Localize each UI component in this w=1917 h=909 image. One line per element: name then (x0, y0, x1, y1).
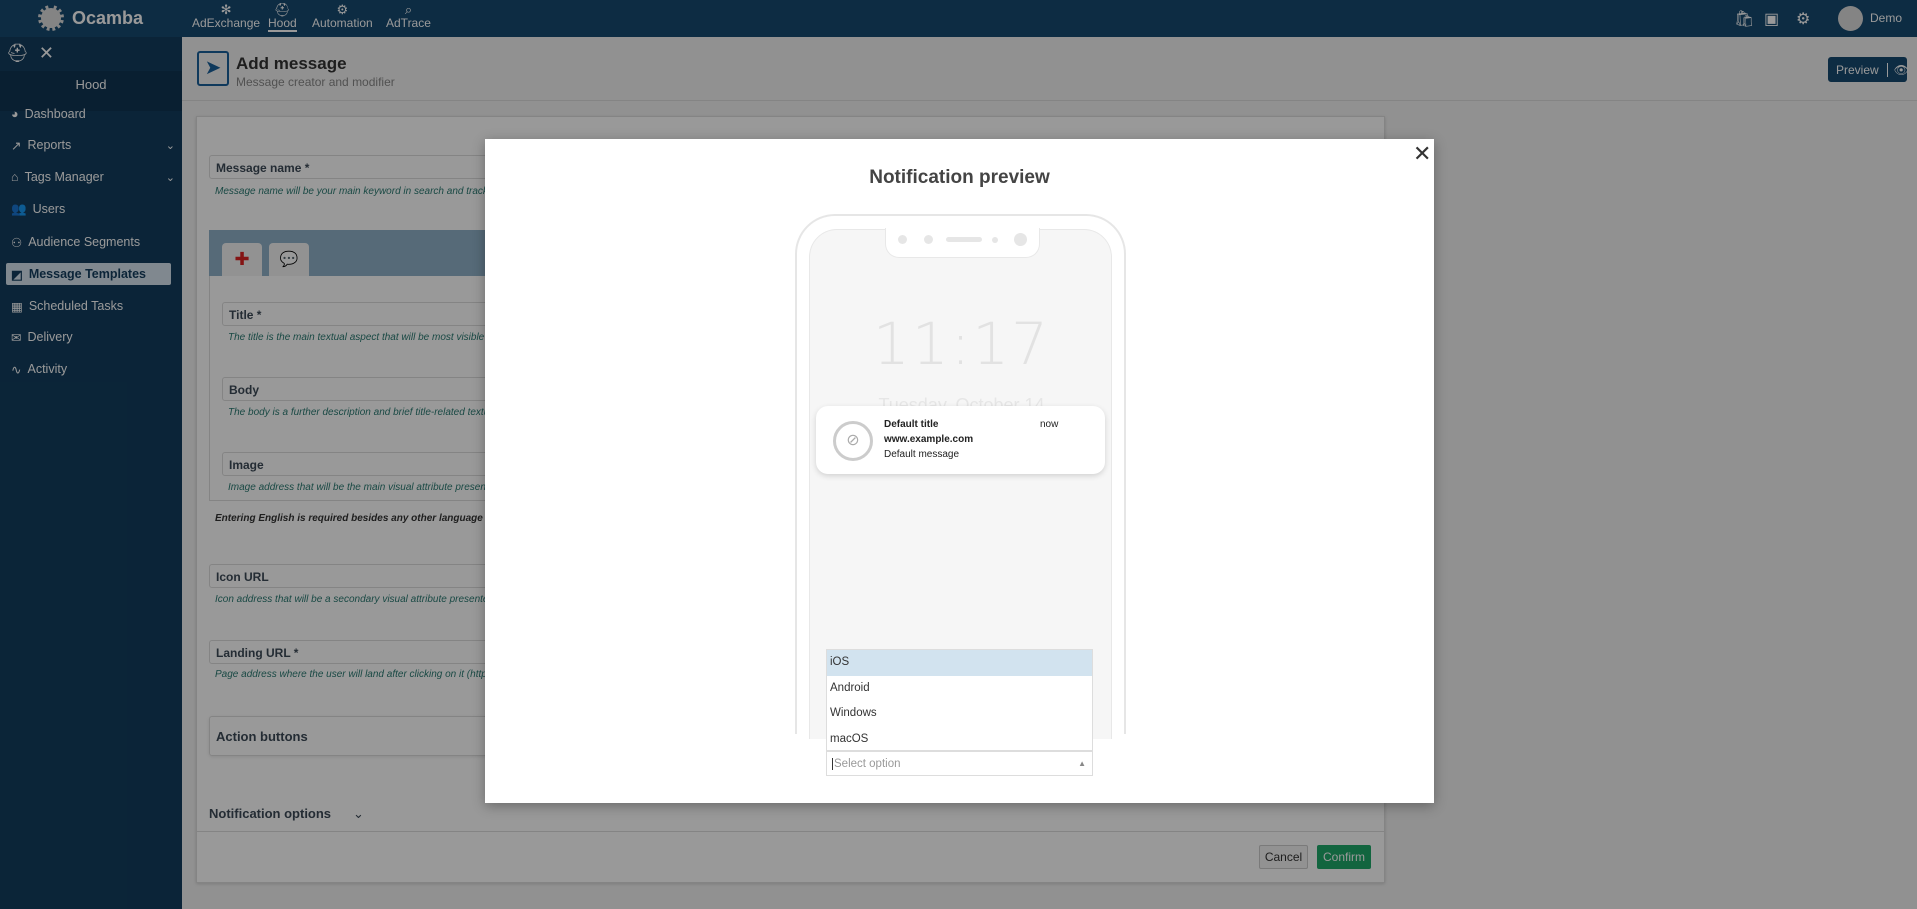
no-image-camera-icon: ⊘ (833, 421, 873, 461)
notification-message: Default message (884, 449, 960, 460)
option-ios[interactable]: iOS (827, 650, 1092, 676)
platform-dropdown-list: iOS Android Windows macOS (826, 649, 1093, 751)
notification-title: Default title (884, 419, 939, 430)
phone-notch (885, 228, 1040, 258)
close-icon[interactable]: ✕ (1413, 141, 1431, 167)
lock-screen-time: 11:17 (872, 310, 1051, 378)
notification-time: now (1040, 419, 1059, 430)
speaker (946, 237, 982, 242)
notification-card: ⊘ Default title www.example.com Default … (816, 406, 1105, 474)
notification-preview-modal: Notification preview ✕ 11:17 Tuesday, Oc… (485, 139, 1434, 803)
sensor-dot (898, 235, 907, 244)
caret-up-icon: ▲ (1078, 759, 1086, 768)
option-windows[interactable]: Windows (827, 701, 1092, 727)
option-macos[interactable]: macOS (827, 727, 1092, 753)
option-android[interactable]: Android (827, 676, 1092, 702)
sensor-dot (924, 235, 933, 244)
platform-select[interactable]: Select option ▲ (826, 751, 1093, 776)
modal-title: Notification preview (869, 167, 1050, 188)
camera-dot (1014, 233, 1027, 246)
sensor-dot (992, 237, 998, 243)
select-placeholder: Select option (832, 758, 901, 770)
notification-url: www.example.com (884, 434, 974, 445)
